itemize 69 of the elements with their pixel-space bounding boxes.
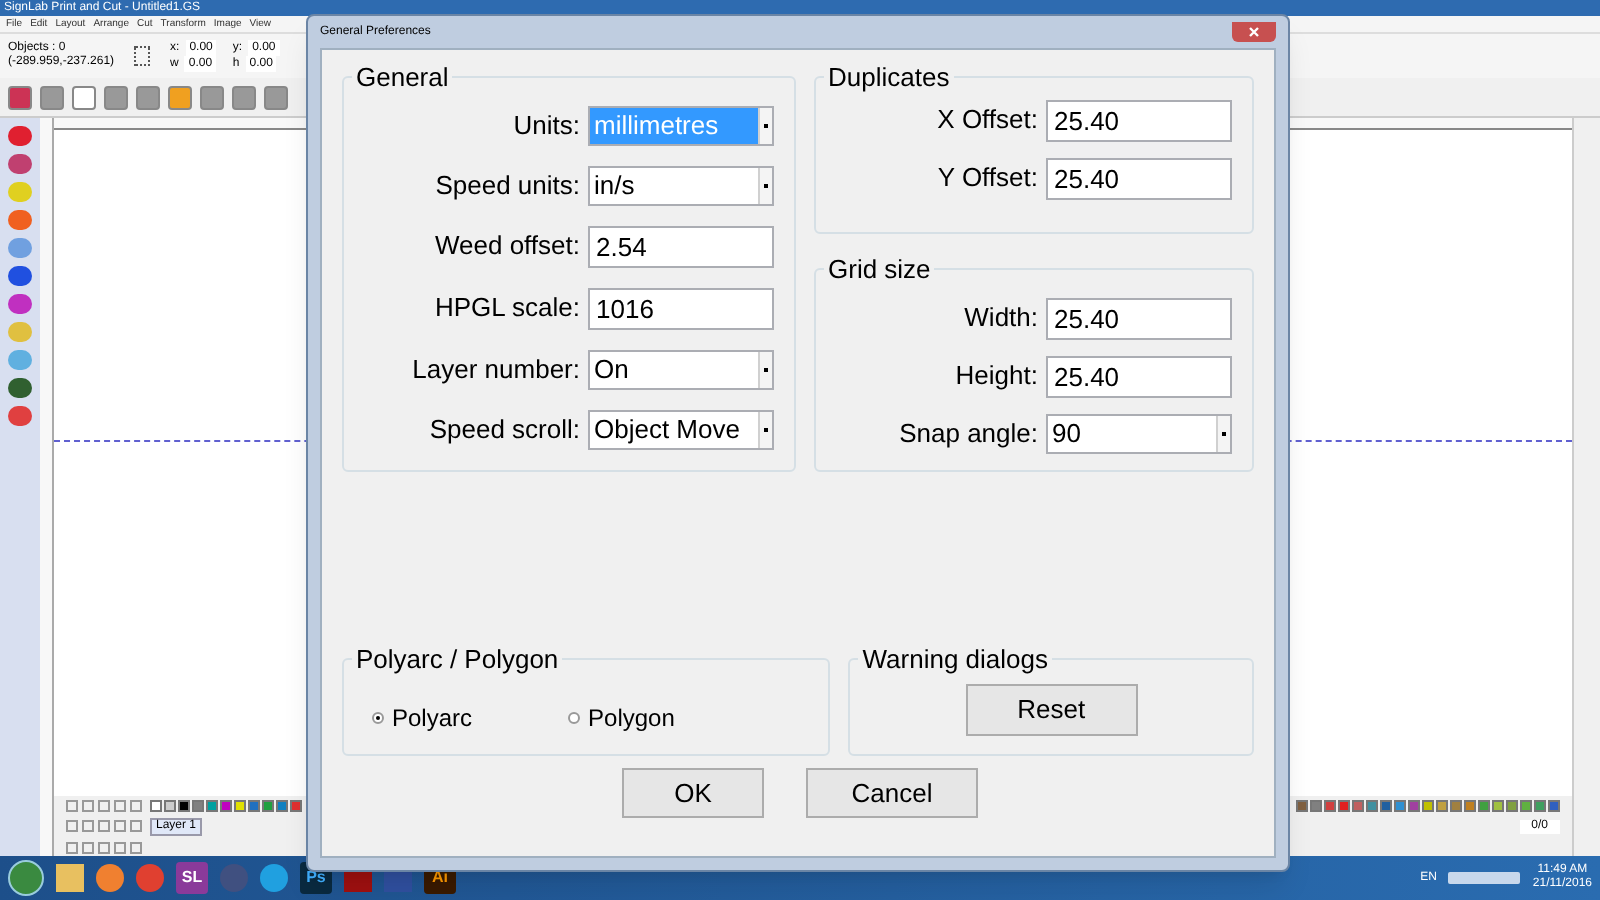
field-label: Y Offset: [937, 160, 1038, 197]
field-label: Snap angle: [899, 415, 1038, 452]
color-palette-drawing[interactable] [150, 799, 302, 811]
caret-icon[interactable] [1216, 415, 1230, 451]
field-label: Height: [955, 358, 1038, 395]
radio-option[interactable]: Polyarc [372, 699, 473, 735]
tool-icon[interactable] [8, 154, 32, 174]
tool-icon[interactable] [8, 210, 32, 230]
dropdown-value: in/s [592, 167, 637, 203]
dialog-button[interactable]: OK [622, 768, 764, 818]
field-label: X Offset: [937, 102, 1038, 139]
shape-tool-icon[interactable] [8, 85, 32, 109]
dropdown-value: On [592, 351, 631, 387]
start-button[interactable] [8, 860, 44, 896]
dropdown-value: millimetres [590, 107, 758, 143]
tool-icon[interactable] [8, 406, 32, 426]
shape-tool-icon[interactable] [232, 85, 256, 109]
tool-icon[interactable] [8, 266, 32, 286]
shape-tool-icon[interactable] [40, 85, 64, 109]
close-icon[interactable] [1248, 26, 1260, 38]
input-field[interactable]: 1016 [588, 287, 774, 329]
shape-tool-icon[interactable] [104, 85, 128, 109]
tool-icon[interactable] [8, 126, 32, 146]
caret-icon[interactable] [758, 107, 772, 143]
field-label: Units: [513, 107, 580, 144]
navigation-arrows-icon[interactable] [66, 841, 142, 853]
shape-tool-icon[interactable] [72, 85, 96, 109]
input-field[interactable]: 25.40 [1046, 99, 1232, 141]
group-title: Duplicates [826, 60, 952, 96]
navigation-arrows-icon[interactable] [66, 820, 142, 832]
field-label: Width: [964, 300, 1038, 337]
dropdown[interactable]: On [588, 349, 774, 389]
caret-icon[interactable] [758, 351, 772, 387]
input-field[interactable]: 2.54 [588, 225, 774, 267]
shape-tool-icon[interactable] [168, 85, 192, 109]
field-label: Speed scroll: [429, 411, 580, 448]
radio-button[interactable] [568, 711, 581, 723]
radio-option[interactable]: Polygon [568, 699, 675, 735]
dropdown[interactable]: 90 [1046, 413, 1232, 453]
taskbar-app-button[interactable]: SL [176, 862, 208, 894]
shape-tool-icon[interactable] [200, 85, 224, 109]
field-label: Speed units: [435, 167, 580, 204]
field-label: HPGL scale: [435, 290, 580, 327]
input-field[interactable]: 25.40 [1046, 157, 1232, 199]
tool-icon[interactable] [8, 378, 32, 398]
group-title: Warning dialogs [860, 642, 1050, 678]
tool-icon[interactable] [8, 294, 32, 314]
close-button[interactable] [1232, 22, 1276, 42]
dropdown[interactable]: Object Move [588, 409, 774, 449]
anchor-grid-icon[interactable] [134, 46, 151, 66]
group-title: Grid size [826, 252, 933, 288]
radio-button[interactable] [372, 711, 384, 723]
group-title: General [354, 60, 451, 96]
caret-icon[interactable] [758, 411, 772, 447]
color-palette-drawing[interactable] [1296, 799, 1560, 811]
field-label: Weed offset: [434, 228, 580, 265]
dropdown-value: Object Move [592, 411, 742, 447]
input-field[interactable]: 25.40 [1046, 297, 1232, 339]
caret-icon[interactable] [758, 167, 772, 203]
dialog-button[interactable]: Cancel [806, 768, 978, 818]
field-label: Layer number: [412, 351, 580, 388]
navigation-arrows-icon[interactable] [66, 799, 142, 811]
shape-tool-icon[interactable] [136, 85, 160, 109]
reset-button[interactable]: Reset [965, 683, 1138, 735]
shape-tool-icon[interactable] [264, 85, 288, 109]
dropdown-value: 90 [1050, 415, 1083, 451]
dropdown[interactable]: in/s [588, 165, 774, 205]
input-field[interactable]: 25.40 [1046, 355, 1232, 397]
group-title: Polyarc / Polygon [354, 642, 561, 678]
